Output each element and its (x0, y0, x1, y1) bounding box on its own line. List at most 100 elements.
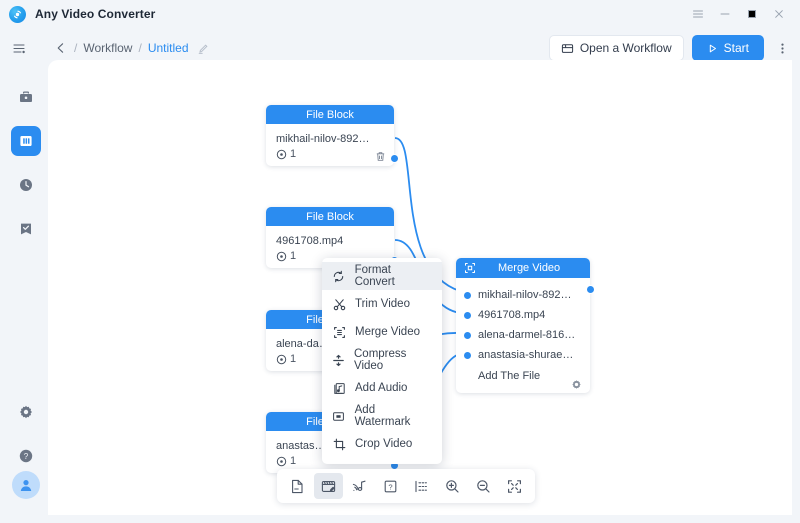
breadcrumb-separator-1: / (74, 41, 78, 55)
menu-item-label: Merge Video (355, 326, 420, 338)
sidebar-item-history[interactable] (11, 170, 41, 200)
start-label: Start (723, 41, 749, 55)
menu-item-label: Trim Video (355, 298, 410, 310)
node-filename: 4961708.mp4 (276, 235, 344, 247)
sidebar-item-settings[interactable] (11, 397, 41, 427)
menu-item-label: Add Watermark (354, 404, 411, 428)
merge-file-row[interactable]: anastasia-shurae… (456, 345, 590, 365)
merge-output-port[interactable] (586, 285, 595, 294)
merge-input-port[interactable] (463, 350, 472, 360)
sidebar-item-toolbox[interactable] (11, 82, 41, 112)
node-body: mikhail-nilov-892… 1 (266, 124, 394, 166)
folder-open-icon (561, 42, 574, 55)
breadcrumb-workflow[interactable]: Workflow (83, 41, 132, 55)
add-audio-icon (332, 382, 346, 395)
app-logo-icon (9, 5, 26, 23)
menu-item-trim-video[interactable]: Trim Video (322, 290, 442, 318)
compress-icon (332, 354, 345, 367)
node-count: 1 (290, 250, 297, 262)
left-sidebar: ? (0, 68, 52, 523)
play-count-icon (276, 354, 287, 365)
video-tool-button[interactable] (314, 473, 343, 499)
sidebar-item-workflow[interactable] (11, 126, 41, 156)
svg-text:?: ? (24, 452, 29, 461)
merge-node-header: Merge Video (456, 258, 590, 278)
merge-node-settings-icon[interactable] (571, 379, 582, 390)
merge-video-icon (464, 262, 476, 274)
menu-item-merge-video[interactable]: Merge Video (322, 318, 442, 346)
merge-input-port[interactable] (463, 330, 472, 340)
context-menu[interactable]: Format Convert Trim Video Merge Video Co… (322, 258, 442, 464)
add-the-file-button[interactable]: Add The File (456, 365, 590, 387)
merge-file-row[interactable]: 4961708.mp4 (456, 305, 590, 325)
file-block-node[interactable]: File Block mikhail-nilov-892… 1 (266, 105, 399, 166)
trash-icon[interactable] (375, 151, 386, 162)
list-tool-button[interactable] (407, 473, 436, 499)
menu-item-add-watermark[interactable]: Add Watermark (322, 402, 442, 430)
merge-file-row[interactable]: alena-darmel-816… (456, 325, 590, 345)
sidebar-toggle-icon[interactable] (0, 41, 38, 56)
open-workflow-label: Open a Workflow (579, 41, 672, 55)
svg-text:?: ? (388, 482, 392, 491)
fit-screen-button[interactable] (500, 473, 529, 499)
merge-input-port[interactable] (463, 290, 472, 300)
window-menu-icon[interactable] (684, 1, 711, 27)
audio-tool-button[interactable] (345, 473, 374, 499)
menu-item-crop-video[interactable]: Crop Video (322, 430, 442, 458)
title-bar: Any Video Converter (0, 0, 800, 28)
start-button[interactable]: Start (691, 35, 764, 61)
node-count: 1 (290, 455, 297, 467)
node-filename: mikhail-nilov-892… (276, 133, 370, 145)
merge-input-port[interactable] (463, 310, 472, 320)
merge-file-name: mikhail-nilov-892… (478, 289, 572, 301)
node-count-row: 1 (276, 148, 384, 160)
user-avatar-icon[interactable] (12, 471, 40, 499)
menu-item-format-convert[interactable]: Format Convert (322, 262, 442, 290)
play-count-icon (276, 149, 287, 160)
add-file-block-button[interactable] (283, 473, 312, 499)
window-controls (684, 0, 792, 28)
menu-item-add-audio[interactable]: Add Audio (322, 374, 442, 402)
breadcrumb-separator-2: / (138, 41, 142, 55)
zoom-in-button[interactable] (438, 473, 467, 499)
node-output-port[interactable] (390, 154, 399, 163)
merge-video-icon (332, 326, 346, 339)
merge-node-title: Merge Video (498, 262, 561, 274)
play-count-icon (276, 456, 287, 467)
back-arrow-icon[interactable] (54, 41, 68, 55)
merge-file-name: alena-darmel-816… (478, 329, 576, 341)
maximize-icon[interactable] (738, 1, 765, 27)
play-icon (707, 43, 718, 54)
app-title: Any Video Converter (35, 7, 156, 21)
breadcrumb-current[interactable]: Untitled (148, 41, 189, 55)
breadcrumb: / Workflow / Untitled (54, 41, 210, 55)
menu-item-compress-video[interactable]: Compress Video (322, 346, 442, 374)
node-title: File Block (266, 105, 394, 124)
merge-file-name: 4961708.mp4 (478, 309, 546, 321)
sidebar-item-help[interactable]: ? (11, 441, 41, 471)
play-count-icon (276, 251, 287, 262)
zoom-out-button[interactable] (469, 473, 498, 499)
crop-icon (332, 438, 346, 451)
sidebar-item-tasks[interactable] (11, 214, 41, 244)
close-icon[interactable] (765, 1, 792, 27)
menu-item-label: Crop Video (355, 438, 413, 450)
menu-item-label: Add Audio (355, 382, 408, 394)
minimize-icon[interactable] (711, 1, 738, 27)
help-tool-button[interactable]: ? (376, 473, 405, 499)
watermark-icon (332, 410, 346, 423)
menu-item-label: Compress Video (354, 348, 407, 372)
node-title: File Block (266, 207, 394, 226)
merge-video-node[interactable]: Merge Video mikhail-nilov-892… 4961708.m… (456, 258, 595, 393)
edit-pencil-icon[interactable] (197, 42, 210, 55)
scissors-icon (332, 298, 346, 311)
app-window: Any Video Converter / Workflow / Untitle… (0, 0, 800, 523)
merge-node-body: mikhail-nilov-892… 4961708.mp4 alena-dar… (456, 278, 590, 393)
merge-file-row[interactable]: mikhail-nilov-892… (456, 285, 590, 305)
merge-file-name: anastasia-shurae… (478, 349, 574, 361)
open-workflow-button[interactable]: Open a Workflow (548, 35, 684, 61)
kebab-more-icon[interactable] (772, 35, 792, 61)
node-count: 1 (290, 353, 297, 365)
menu-item-label: Format Convert (354, 264, 395, 288)
format-convert-icon (332, 270, 346, 283)
